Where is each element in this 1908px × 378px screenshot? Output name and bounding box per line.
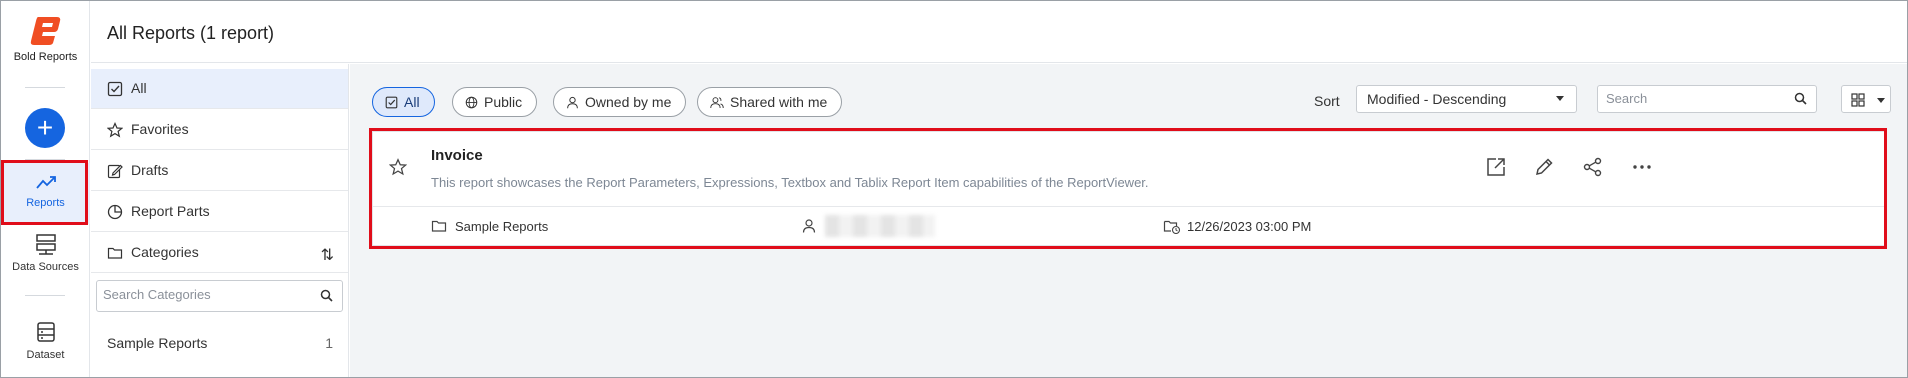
category-search-box[interactable]: [96, 280, 343, 312]
category-nav-label: Categories: [131, 244, 199, 260]
category-nav-all[interactable]: All: [91, 69, 348, 109]
sort-label: Sort: [1314, 93, 1340, 109]
create-button[interactable]: +: [25, 108, 65, 148]
view-mode-button[interactable]: [1841, 85, 1891, 113]
category-nav-label: Report Parts: [131, 203, 210, 219]
filter-chip-label: All: [404, 94, 420, 110]
category-nav-label: All: [131, 80, 147, 96]
dataset-icon: [36, 322, 55, 342]
user-icon: [567, 96, 578, 109]
category-nav-favorites[interactable]: Favorites: [91, 110, 348, 150]
sort-dropdown[interactable]: Modified - Descending: [1356, 85, 1577, 113]
brand[interactable]: Bold Reports: [1, 15, 90, 63]
highlight-box-reports: [1, 160, 88, 225]
rail-divider: [25, 295, 65, 296]
page-title: All Reports (1 report): [107, 23, 275, 43]
checkbox-icon: [385, 96, 398, 109]
data-sources-icon: [35, 234, 56, 255]
filter-chip-shared-with-me[interactable]: Shared with me: [697, 87, 843, 117]
search-icon[interactable]: [1794, 92, 1807, 105]
category-count: 1: [325, 335, 333, 351]
page-header: All Reports (1 report): [91, 1, 1907, 63]
category-nav-label: Drafts: [131, 162, 169, 178]
search-icon[interactable]: [320, 289, 333, 302]
rail-divider: [25, 87, 65, 88]
category-list-item[interactable]: Sample Reports 1: [107, 335, 333, 351]
bold-reports-logo-icon: [30, 17, 60, 45]
category-nav-report-parts[interactable]: Report Parts: [91, 192, 348, 232]
report-search-box[interactable]: [1597, 85, 1817, 113]
star-icon: [107, 122, 123, 138]
category-search-input[interactable]: [103, 287, 303, 302]
rail-item-data-sources[interactable]: Data Sources: [1, 233, 90, 273]
sort-dropdown-value: Modified - Descending: [1367, 91, 1507, 107]
filter-chip-public[interactable]: Public: [452, 87, 538, 117]
chevron-down-icon: [1877, 98, 1885, 103]
category-nav-categories[interactable]: Categories ⇅: [91, 233, 348, 273]
brand-name: Bold Reports: [13, 51, 78, 63]
edit-icon: [107, 164, 123, 179]
category-name: Sample Reports: [107, 335, 208, 351]
filter-chip-all[interactable]: All: [372, 87, 435, 117]
rail-item-label: Data Sources: [12, 261, 79, 273]
chevron-down-icon: [1556, 96, 1564, 101]
report-search-input[interactable]: [1606, 91, 1776, 106]
rail-item-label: Dataset: [26, 349, 65, 361]
pie-icon: [107, 204, 123, 220]
users-icon: [710, 97, 724, 108]
grid-view-icon: [1851, 93, 1865, 107]
highlight-box-report-card: [369, 128, 1887, 249]
sort-order-icon[interactable]: ⇅: [321, 245, 334, 265]
rail-item-dataset[interactable]: Dataset: [1, 321, 90, 361]
category-nav-label: Favorites: [131, 121, 189, 137]
filter-chip-owned-by-me[interactable]: Owned by me: [553, 87, 687, 117]
filter-chip-label: Public: [484, 94, 523, 110]
filter-chip-label: Owned by me: [585, 94, 672, 110]
category-pane: All Favorites Drafts Report Parts Catego…: [91, 64, 349, 377]
filter-chip-label: Shared with me: [730, 94, 828, 110]
checkbox-icon: [107, 81, 123, 97]
folder-icon: [107, 247, 123, 259]
globe-icon: [465, 96, 478, 109]
category-nav-drafts[interactable]: Drafts: [91, 151, 348, 191]
